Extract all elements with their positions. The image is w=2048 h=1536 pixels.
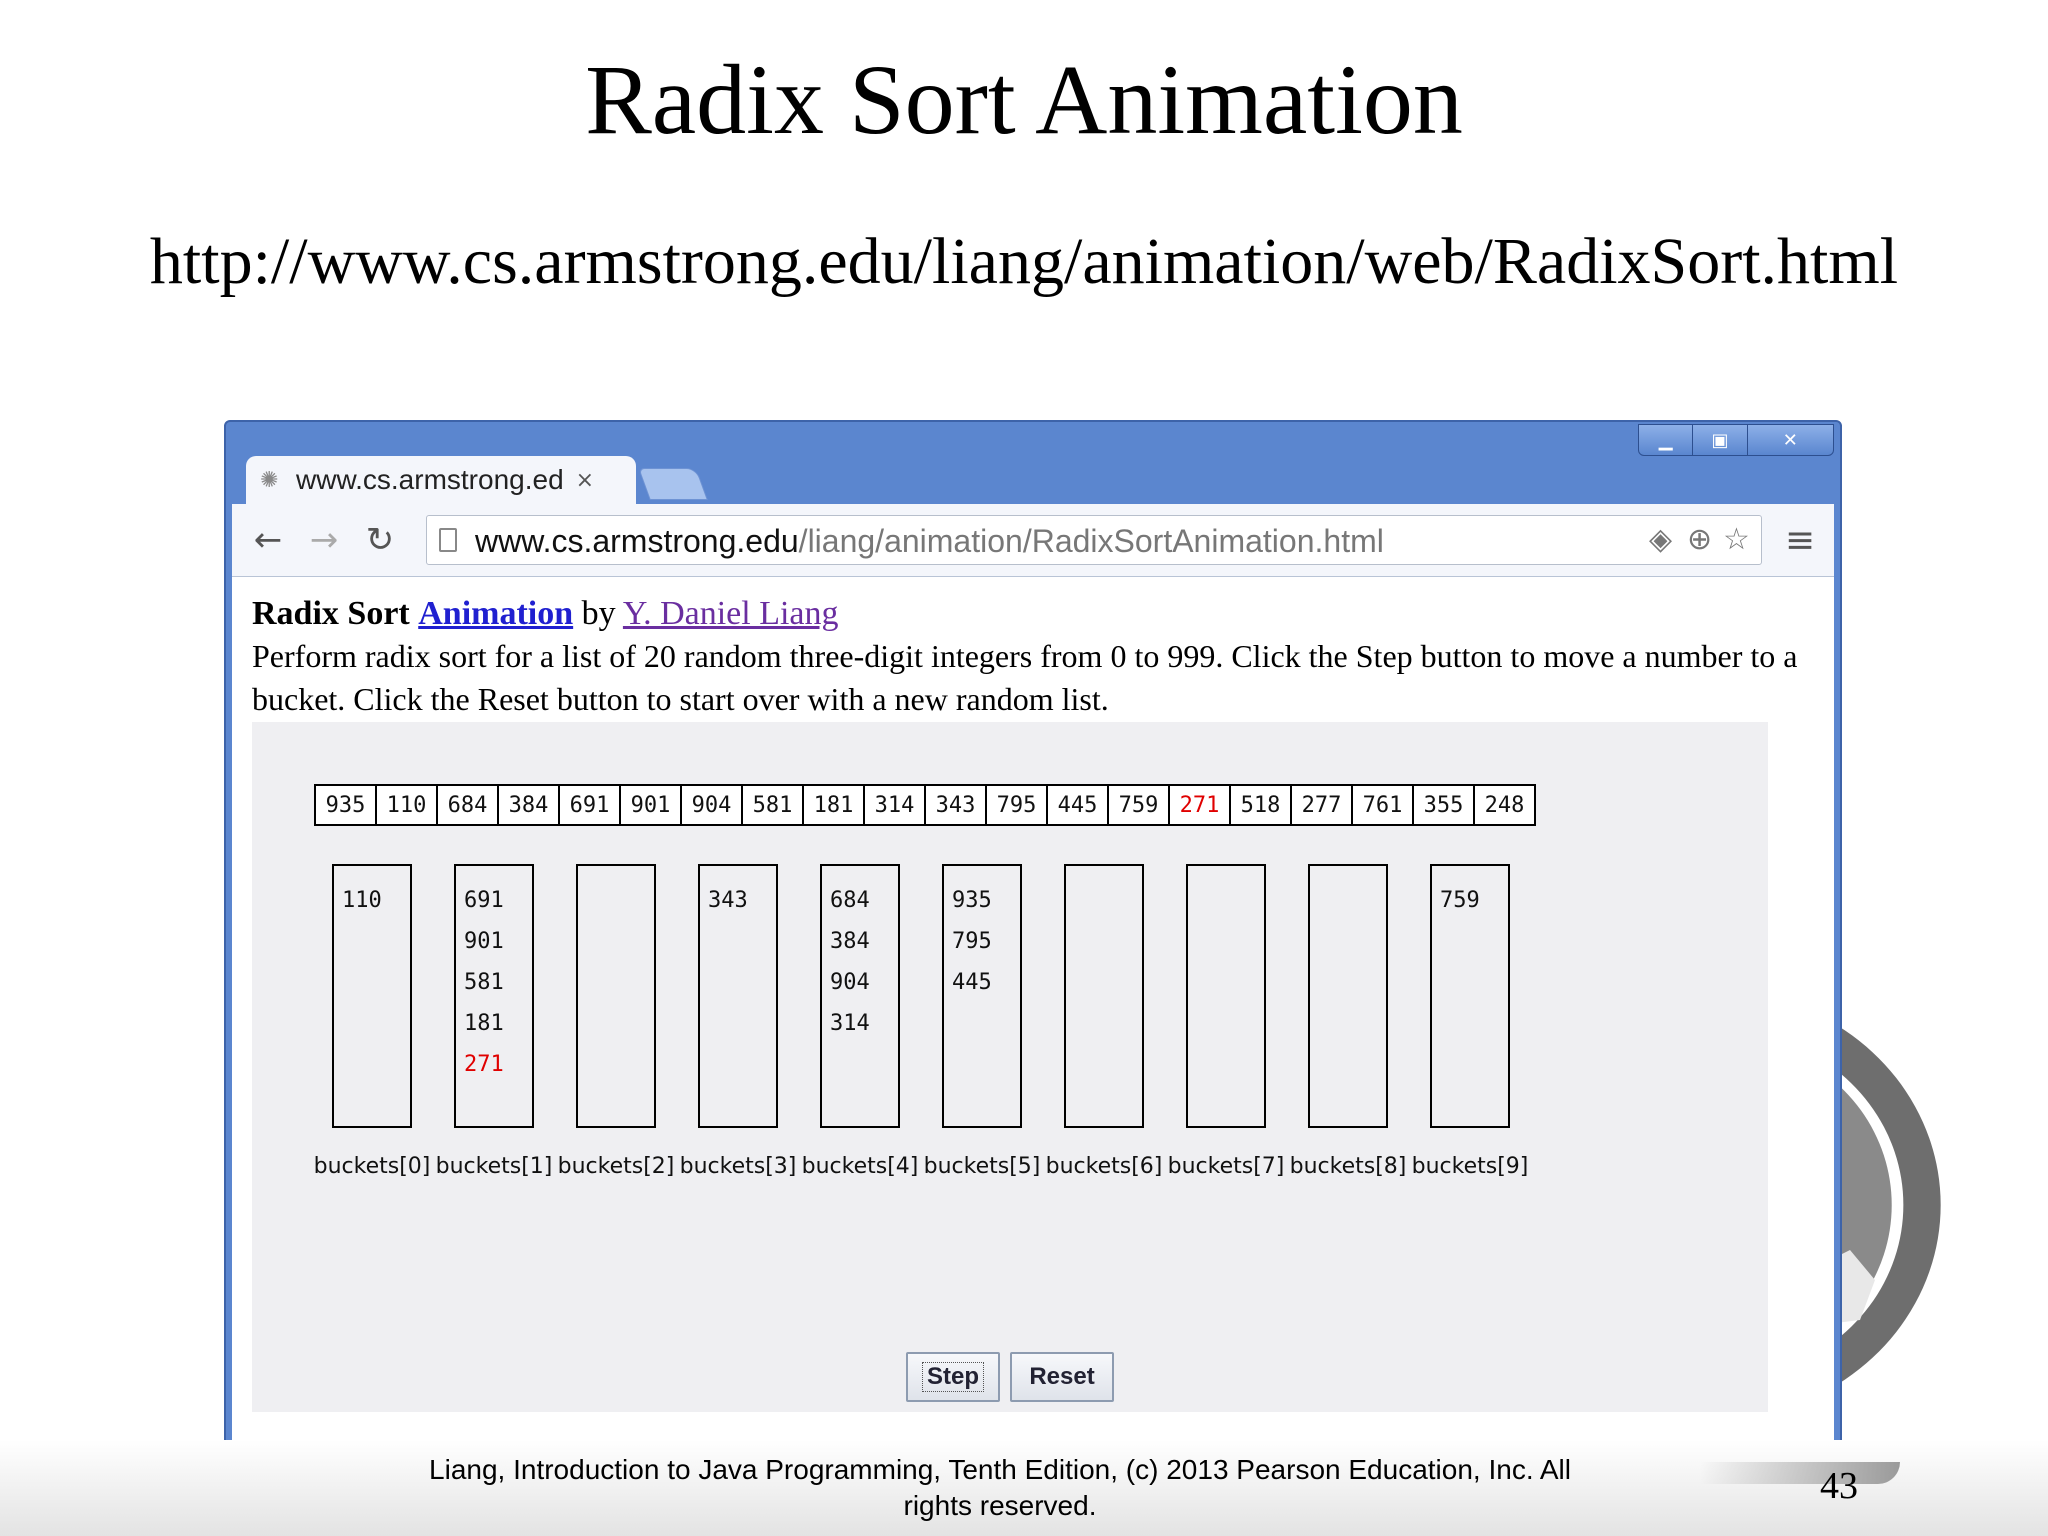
list-cell: 518 <box>1231 786 1292 824</box>
bucket-2 <box>576 864 656 1128</box>
bucket-item: 110 <box>342 888 382 913</box>
author-link[interactable]: Y. Daniel Liang <box>623 595 839 632</box>
animation-link[interactable]: Animation <box>418 595 573 632</box>
bucket-item: 795 <box>952 929 992 954</box>
list-cell: 901 <box>621 786 682 824</box>
bucket-4: 684 384 904 314 <box>820 864 900 1128</box>
bucket-label: buckets[6] <box>1045 1154 1163 1179</box>
page-number: 43 <box>1820 1465 1858 1507</box>
back-arrow-icon[interactable]: ← <box>246 518 290 562</box>
bucket-item: 901 <box>464 929 504 954</box>
url-host: www.cs.armstrong.edu <box>475 523 799 559</box>
slide-url: http://www.cs.armstrong.edu/liang/animat… <box>149 225 1899 298</box>
close-icon[interactable]: ✕ <box>1748 425 1833 455</box>
bucket-item: 581 <box>464 970 504 995</box>
bucket-item: 935 <box>952 888 992 913</box>
window-controls: ▁ ▣ ✕ <box>1638 424 1834 456</box>
reload-icon[interactable]: ↻ <box>358 518 402 562</box>
bucket-label: buckets[7] <box>1167 1154 1285 1179</box>
tab-close-icon[interactable]: × <box>576 468 594 493</box>
list-cell: 795 <box>987 786 1048 824</box>
tab-title: www.cs.armstrong.ed <box>296 464 564 495</box>
slide-title: Radix Sort Animation <box>585 44 1463 155</box>
bucket-item: 271 <box>464 1052 504 1077</box>
bucket-item: 314 <box>830 1011 870 1036</box>
bucket-label: buckets[9] <box>1411 1154 1529 1179</box>
browser-window: ▁ ▣ ✕ ✺ www.cs.armstrong.ed × ← → ↻ www.… <box>224 420 1842 1450</box>
bucket-item: 691 <box>464 888 504 913</box>
step-button-label: Step <box>921 1362 984 1392</box>
bucket-label: buckets[2] <box>557 1154 675 1179</box>
bucket-item: 384 <box>830 929 870 954</box>
bucket-label: buckets[0] <box>313 1154 431 1179</box>
new-tab-button[interactable] <box>638 468 708 500</box>
minimize-icon[interactable]: ▁ <box>1639 425 1694 455</box>
list-cell: 759 <box>1109 786 1170 824</box>
globe-favicon-icon: ✺ <box>260 467 279 492</box>
bucket-item: 343 <box>708 888 748 913</box>
maximize-icon[interactable]: ▣ <box>1693 425 1748 455</box>
list-cell: 384 <box>499 786 560 824</box>
page-description: Perform radix sort for a list of 20 rand… <box>252 638 1798 717</box>
list-cell: 904 <box>682 786 743 824</box>
star-icon[interactable]: ☆ <box>1723 522 1750 557</box>
address-bar[interactable]: www.cs.armstrong.edu/liang/animation/Rad… <box>426 515 1762 565</box>
heading-by: by <box>581 595 616 632</box>
bucket-0: 110 <box>332 864 412 1128</box>
bucket-item: 904 <box>830 970 870 995</box>
step-button[interactable]: Step <box>906 1352 1000 1402</box>
list-cell: 277 <box>1292 786 1353 824</box>
list-cell: 935 <box>316 786 377 824</box>
menu-icon[interactable]: ≡ <box>1778 518 1822 562</box>
address-url: www.cs.armstrong.edu/liang/animation/Rad… <box>475 522 1384 560</box>
url-path: /liang/animation/RadixSortAnimation.html <box>798 523 1384 559</box>
list-cell: 271 <box>1170 786 1231 824</box>
bucket-label: buckets[8] <box>1289 1154 1407 1179</box>
page-heading: Radix Sort Animation by Y. Daniel Liang <box>252 593 1822 635</box>
bucket-5: 935 795 445 <box>942 864 1022 1128</box>
list-cell: 110 <box>377 786 438 824</box>
radix-sort-applet: 935 110 684 384 691 901 904 581 181 314 343 795 445 7… <box>252 722 1768 1412</box>
slide-footer: Liang, Introduction to Java Programming,… <box>429 1454 1571 1521</box>
bucket-8 <box>1308 864 1388 1128</box>
list-cell: 761 <box>1353 786 1414 824</box>
bucket-label: buckets[5] <box>923 1154 1041 1179</box>
footer-swoosh <box>1700 1462 1900 1484</box>
list-cell: 684 <box>438 786 499 824</box>
bucket-6 <box>1064 864 1144 1128</box>
list-cell: 445 <box>1048 786 1109 824</box>
bucket-item: 759 <box>1440 888 1480 913</box>
list-cell: 691 <box>560 786 621 824</box>
list-cell: 248 <box>1484 792 1525 818</box>
bucket-item: 684 <box>830 888 870 913</box>
page-content: Radix Sort Animation by Y. Daniel Liang … <box>232 577 1834 1442</box>
browser-toolbar: ← → ↻ www.cs.armstrong.edu/liang/animati… <box>232 504 1834 577</box>
list-cell: 355 <box>1414 786 1475 824</box>
bucket-label: buckets[4] <box>801 1154 919 1179</box>
browser-tab[interactable]: ✺ www.cs.armstrong.ed × <box>246 456 636 504</box>
reset-button[interactable]: Reset <box>1010 1352 1114 1402</box>
list-cell: 181 <box>804 786 865 824</box>
number-list: 935 110 684 384 691 901 904 581 181 314 343 795 445 7… <box>314 784 1536 826</box>
bucket-3: 343 <box>698 864 778 1128</box>
list-cell: 581 <box>743 786 804 824</box>
bucket-7 <box>1186 864 1266 1128</box>
bucket-label: buckets[3] <box>679 1154 797 1179</box>
translate-icon[interactable]: ◈ <box>1649 522 1672 557</box>
list-cell: 314 <box>865 786 926 824</box>
list-cell: 343 <box>926 786 987 824</box>
heading-bold: Radix Sort <box>252 595 410 632</box>
bucket-item: 445 <box>952 970 992 995</box>
bucket-1: 691 901 581 181 271 <box>454 864 534 1128</box>
bucket-label: buckets[1] <box>435 1154 553 1179</box>
page-icon <box>439 528 457 552</box>
bucket-item: 181 <box>464 1011 504 1036</box>
bucket-9: 759 <box>1430 864 1510 1128</box>
forward-arrow-icon[interactable]: → <box>302 518 346 562</box>
zoom-icon[interactable]: ⊕ <box>1687 522 1712 557</box>
